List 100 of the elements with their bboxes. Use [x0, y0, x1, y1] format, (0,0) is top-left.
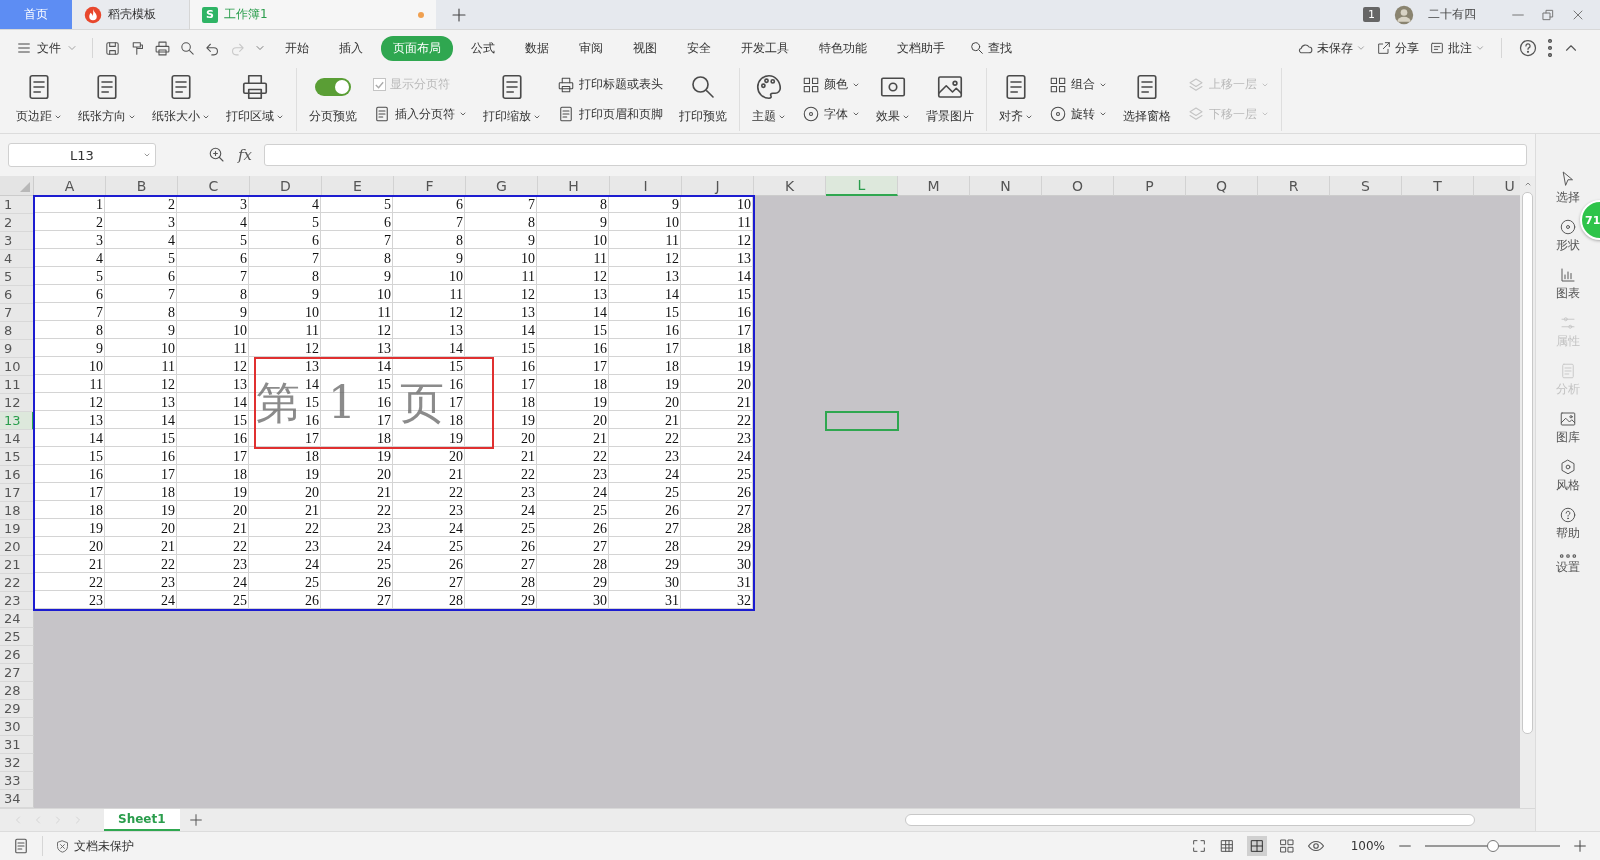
table-cell[interactable]: 2 — [168, 196, 175, 214]
ribbon-button[interactable]: 纸张大小 — [146, 68, 216, 131]
table-cell[interactable]: 9 — [240, 304, 247, 322]
table-cell[interactable]: 29 — [593, 574, 607, 592]
table-cell[interactable]: 26 — [665, 502, 679, 520]
column-header[interactable]: Q — [1186, 176, 1258, 196]
table-cell[interactable]: 6 — [168, 268, 175, 286]
row-header[interactable]: 26 — [0, 646, 34, 664]
table-cell[interactable]: 5 — [384, 196, 391, 214]
table-cell[interactable]: 18 — [521, 394, 535, 412]
table-cell[interactable]: 13 — [737, 250, 751, 268]
table-cell[interactable]: 6 — [456, 196, 463, 214]
table-cell[interactable]: 17 — [521, 376, 535, 394]
table-cell[interactable]: 10 — [305, 304, 319, 322]
table-cell[interactable]: 19 — [377, 448, 391, 466]
menu-tab[interactable]: 插入 — [327, 35, 375, 61]
column-header[interactable]: B — [106, 176, 178, 196]
menu-tab[interactable]: 安全 — [675, 35, 723, 61]
table-cell[interactable]: 10 — [449, 268, 463, 286]
row-header[interactable]: 22 — [0, 574, 34, 592]
table-cell[interactable]: 17 — [161, 466, 175, 484]
table-cell[interactable]: 20 — [161, 520, 175, 538]
table-cell[interactable]: 8 — [312, 268, 319, 286]
table-cell[interactable]: 16 — [89, 466, 103, 484]
table-cell[interactable]: 12 — [665, 250, 679, 268]
ribbon-button[interactable]: 页边距 — [10, 68, 68, 131]
fullscreen-icon[interactable] — [1190, 838, 1207, 854]
table-cell[interactable]: 19 — [233, 484, 247, 502]
table-cell[interactable]: 19 — [593, 394, 607, 412]
ribbon-button[interactable]: 效果 — [870, 68, 916, 131]
table-cell[interactable]: 12 — [449, 304, 463, 322]
row-header[interactable]: 18 — [0, 502, 34, 520]
table-cell[interactable]: 24 — [521, 502, 535, 520]
horizontal-scrollbar[interactable] — [905, 814, 1475, 826]
table-cell[interactable]: 6 — [384, 214, 391, 232]
table-cell[interactable]: 3 — [96, 232, 103, 250]
table-cell[interactable]: 9 — [384, 268, 391, 286]
row-header[interactable]: 14 — [0, 430, 34, 448]
table-cell[interactable]: 9 — [312, 286, 319, 304]
table-cell[interactable]: 23 — [665, 448, 679, 466]
save-icon[interactable] — [104, 39, 121, 57]
table-cell[interactable]: 19 — [737, 358, 751, 376]
table-cell[interactable]: 27 — [593, 538, 607, 556]
table-cell[interactable]: 10 — [89, 358, 103, 376]
page-break-view-icon[interactable] — [1248, 838, 1265, 854]
menu-tab[interactable]: 开始 — [273, 35, 321, 61]
table-cell[interactable]: 22 — [737, 412, 751, 430]
ribbon-button[interactable]: 对齐 — [993, 68, 1039, 131]
table-cell[interactable]: 13 — [305, 358, 319, 376]
table-cell[interactable]: 20 — [593, 412, 607, 430]
slider-thumb[interactable] — [1486, 840, 1499, 852]
table-cell[interactable]: 9 — [168, 322, 175, 340]
table-cell[interactable]: 9 — [672, 196, 679, 214]
table-cell[interactable]: 20 — [233, 502, 247, 520]
table-cell[interactable]: 24 — [665, 466, 679, 484]
ribbon-button[interactable]: 打印区域 — [220, 68, 290, 131]
column-header[interactable]: P — [1114, 176, 1186, 196]
table-cell[interactable]: 17 — [305, 430, 319, 448]
table-cell[interactable]: 14 — [161, 412, 175, 430]
table-cell[interactable]: 29 — [737, 538, 751, 556]
table-cell[interactable]: 21 — [233, 520, 247, 538]
table-cell[interactable]: 13 — [377, 340, 391, 358]
row-header[interactable]: 31 — [0, 736, 34, 754]
table-cell[interactable]: 19 — [665, 376, 679, 394]
table-cell[interactable]: 4 — [96, 250, 103, 268]
table-cell[interactable]: 30 — [593, 592, 607, 610]
row-header[interactable]: 27 — [0, 664, 34, 682]
table-cell[interactable]: 14 — [593, 304, 607, 322]
table-cell[interactable]: 22 — [521, 466, 535, 484]
table-cell[interactable]: 28 — [737, 520, 751, 538]
protection-status[interactable]: 文档未保护 — [55, 837, 134, 855]
table-cell[interactable]: 3 — [240, 196, 247, 214]
table-cell[interactable]: 15 — [89, 448, 103, 466]
row-header[interactable]: 16 — [0, 466, 34, 484]
table-cell[interactable]: 21 — [89, 556, 103, 574]
table-cell[interactable]: 15 — [737, 286, 751, 304]
table-cell[interactable]: 26 — [521, 538, 535, 556]
column-header[interactable]: S — [1330, 176, 1402, 196]
row-header[interactable]: 3 — [0, 232, 34, 250]
ribbon-button[interactable]: 纸张方向 — [72, 68, 142, 131]
table-cell[interactable]: 3 — [168, 214, 175, 232]
menu-tab[interactable]: 开发工具 — [729, 35, 801, 61]
table-cell[interactable]: 28 — [593, 556, 607, 574]
table-cell[interactable]: 24 — [449, 520, 463, 538]
zoom-level[interactable]: 100% — [1350, 839, 1385, 853]
table-cell[interactable]: 14 — [233, 394, 247, 412]
help-icon[interactable] — [1518, 38, 1538, 58]
table-cell[interactable]: 22 — [593, 448, 607, 466]
table-cell[interactable]: 23 — [161, 574, 175, 592]
table-cell[interactable]: 8 — [528, 214, 535, 232]
vertical-scrollbar[interactable] — [1520, 176, 1535, 808]
table-cell[interactable]: 17 — [233, 448, 247, 466]
table-cell[interactable]: 11 — [737, 214, 751, 232]
table-cell[interactable]: 12 — [521, 286, 535, 304]
table-cell[interactable]: 15 — [161, 430, 175, 448]
table-cell[interactable]: 27 — [449, 574, 463, 592]
table-cell[interactable]: 27 — [377, 592, 391, 610]
sidebar-button[interactable]: 风格 — [1556, 458, 1580, 492]
sidebar-button[interactable]: 帮助 — [1556, 506, 1580, 540]
ribbon-button[interactable]: 选择窗格 — [1117, 68, 1177, 131]
